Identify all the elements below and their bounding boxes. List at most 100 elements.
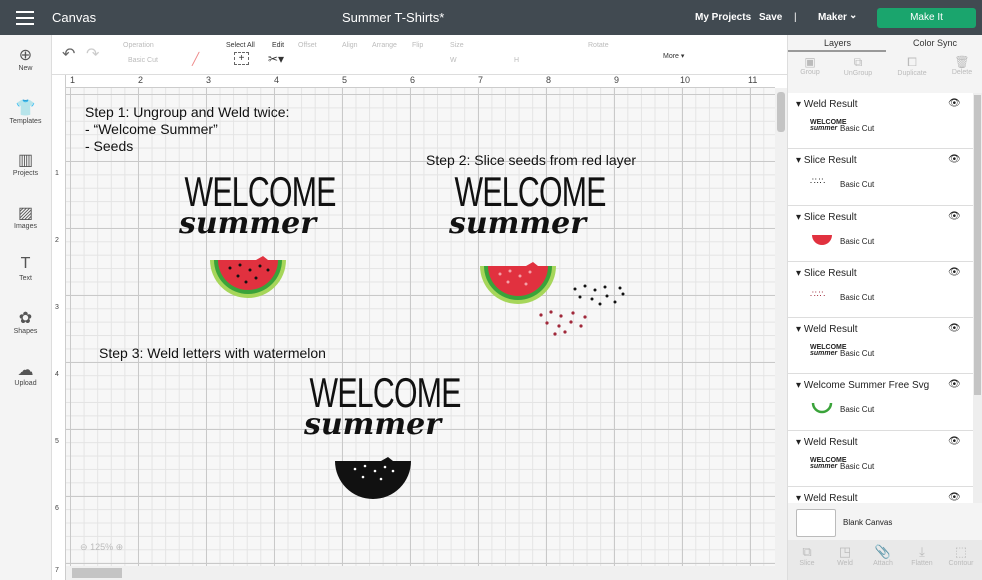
size-label: Size [450,42,464,49]
group-button[interactable]: ▣ Group [790,55,830,76]
undo-icon[interactable]: ↶ [62,44,75,64]
pen-color-icon[interactable]: ╱ [192,52,199,66]
layer-name: ▾ Slice Result [796,155,857,167]
select-all-button[interactable]: + [234,52,249,65]
tab-color-sync[interactable]: Color Sync [913,38,957,48]
hamburger-menu-icon[interactable] [16,11,34,25]
make-it-button[interactable]: Make It [877,8,976,28]
ruler-tick: 3 [55,304,59,311]
eye-icon[interactable]: 👁 [948,98,961,109]
offset-label: Offset [298,42,317,49]
ruler-tick: 2 [55,237,59,244]
canvas-horizontal-scrollbar[interactable] [66,566,775,580]
summer-text: summer [178,206,317,241]
layer-row[interactable]: ▾ Slice Result 👁 ∴∵∴ Basic Cut [788,149,973,206]
layers-scrollbar[interactable] [973,93,982,503]
blank-canvas-swatch[interactable] [796,509,836,537]
layer-row[interactable]: ▾ Welcome Summer Free Svg 👁 Basic Cut [788,374,973,431]
summer-text: summer [448,206,587,241]
save-button[interactable]: Save [759,12,782,23]
redo-icon[interactable]: ↷ [86,44,99,64]
layer-row[interactable]: ▾ Weld Result👁WELCOMEsummerBasic Cut [788,487,973,503]
layer-name: ▾ Weld Result [796,99,858,110]
machine-select[interactable]: Maker [818,12,847,23]
ungroup-button[interactable]: ⧉ UnGroup [838,55,878,77]
layer-row[interactable]: ▾ Slice Result 👁 Basic Cut [788,206,973,262]
width-input[interactable]: W [450,57,457,64]
top-bar: Canvas Summer T-Shirts* My Projects Save… [0,0,982,35]
note-line: Step 1: Ungroup and Weld twice: [85,104,290,120]
welcome-summer-design-2[interactable]: WELCOME summer [430,171,606,241]
sidebar-label: Upload [14,380,37,387]
layers-list: ▾ Weld Result 👁 WELCOME summer Basic Cut ▾ Sl… [788,93,973,503]
layer-row[interactable]: ▾ Weld Result 👁 WELCOMEsummerBasic Cut [788,93,973,150]
vertical-ruler: 1 2 3 4 5 6 7 [52,75,66,580]
horizontal-ruler: 1 2 3 4 5 6 7 8 9 10 11 [66,75,775,88]
layer-operation: Basic Cut [840,292,875,302]
zoom-out-icon[interactable]: ⊖ [80,542,88,552]
height-input[interactable]: H [514,57,519,64]
layer-row[interactable]: ▾ Weld Result👁WELCOMEsummerBasic Cut [788,318,973,375]
sidebar-item-shapes[interactable]: ✿ Shapes [0,298,51,351]
weld-button[interactable]: ◳ Weld [826,544,864,567]
canvas-vertical-scrollbar[interactable] [775,88,787,580]
shapes-icon: ✿ [18,309,33,327]
eye-icon[interactable]: 👁 [948,267,961,278]
sidebar-item-images[interactable]: ▨ Images [0,193,51,246]
tab-layers[interactable]: Layers [824,38,851,48]
sidebar-item-upload[interactable]: ☁ Upload [0,350,51,403]
edit-icon[interactable]: ✂▾ [268,52,284,66]
attach-button[interactable]: 📎 Attach [864,544,902,567]
eye-icon[interactable]: 👁 [948,436,961,447]
ruler-tick: 1 [55,170,59,177]
sidebar-item-text[interactable]: T Text [0,245,51,298]
my-projects-link[interactable]: My Projects [695,12,751,23]
ruler-tick: 2 [138,75,144,85]
eye-icon[interactable]: 👁 [948,323,961,334]
plus-circle-icon: ⊕ [18,47,33,64]
action-label: Weld [837,560,853,567]
layer-row[interactable]: ▾ Slice Result 👁 ∴∵∴ Basic Cut [788,262,973,319]
sidebar-item-projects[interactable]: ▥ Projects [0,140,51,193]
layer-row[interactable]: ▾ Weld Result👁WELCOMEsummerBasic Cut [788,431,973,488]
tshirt-icon: 👕 [15,99,36,117]
more-button[interactable]: More ▾ [663,52,684,60]
eye-icon[interactable]: 👁 [948,211,961,222]
layer-name: ▾ Slice Result [796,267,857,279]
action-label: Attach [873,560,893,567]
chevron-down-icon[interactable]: ⌄ [849,10,857,21]
contour-button[interactable]: ⬚ Contour [942,544,980,567]
layer-name: ▾ Welcome Summer Free Svg [796,380,930,392]
upload-icon: ☁ [17,362,34,379]
sidebar-item-templates[interactable]: 👕 Templates [0,88,51,141]
layer-thumbnail: WELCOME summer [810,119,847,132]
layer-thumbnail: WELCOME summer [810,456,847,470]
operation-select[interactable]: Basic Cut [128,57,158,64]
duplicate-button[interactable]: ⧠ Duplicate [892,55,932,77]
layer-thumbnail: ∴∵∴ [810,176,825,187]
design-canvas[interactable] [66,88,775,566]
delete-button[interactable]: 🗑 Delete [942,55,982,76]
eye-icon[interactable]: 👁 [948,154,961,165]
sidebar-label: Text [19,275,32,282]
seeds-icon[interactable] [535,282,630,337]
ruler-tick: 4 [55,371,59,378]
layer-thumbnail [810,401,834,417]
eye-icon[interactable]: 👁 [948,492,961,503]
watermelon-welded-icon[interactable] [333,457,413,503]
watermelon-color-icon[interactable] [208,256,288,302]
sidebar-item-new[interactable]: ⊕ New [0,35,51,88]
layer-name: ▾ Slice Result [796,211,857,223]
welcome-summer-design-1[interactable]: WELCOME summer [160,171,336,241]
slice-button[interactable]: ⧉ Slice [788,544,826,567]
ruler-tick: 3 [206,75,212,85]
separator: | [794,12,797,23]
zoom-control[interactable]: ⊖ 125% ⊕ [80,542,123,553]
zoom-in-icon[interactable]: ⊕ [116,542,124,552]
zoom-level: 125% [90,542,114,552]
layer-operation: Basic Cut [840,124,875,133]
flatten-button[interactable]: ⤓ Flatten [903,544,941,567]
eye-icon[interactable]: 👁 [948,379,961,390]
welcome-summer-design-3[interactable]: WELCOME summer [285,372,461,440]
action-label: Flatten [911,560,933,567]
